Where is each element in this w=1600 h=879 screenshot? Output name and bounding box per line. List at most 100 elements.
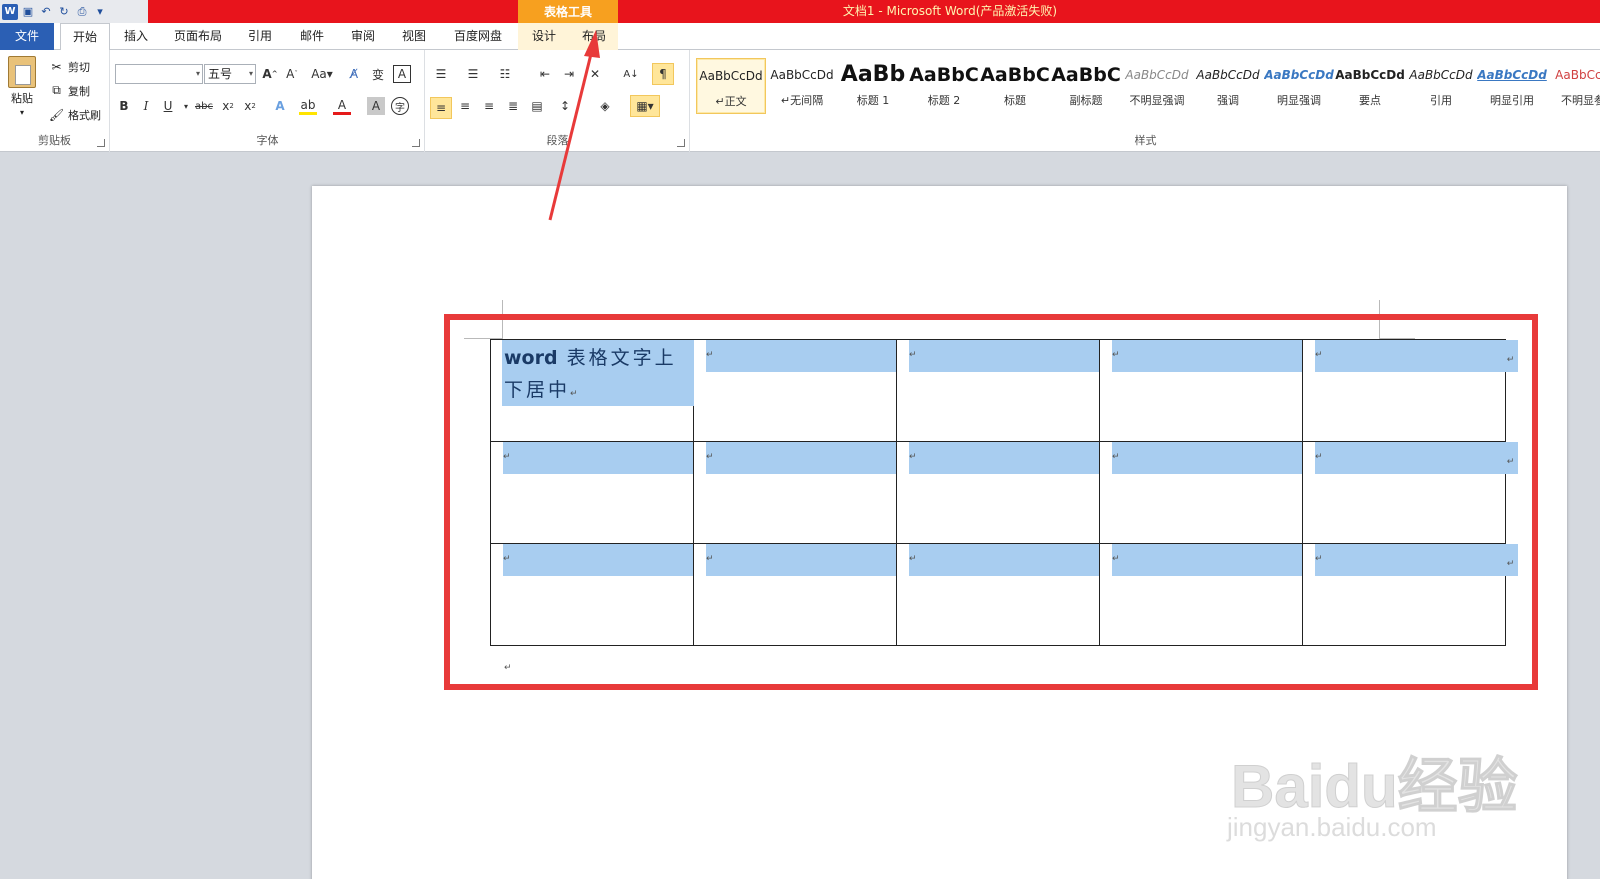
enclose-char-icon[interactable]: 字 [391,97,409,115]
increase-indent-icon[interactable]: ⇥ [560,65,578,83]
style-name: 强调 [1217,94,1239,107]
style-item[interactable]: AaBbCcDd 强调 [1193,58,1263,114]
copy-label: 复制 [68,84,90,98]
tab-insert[interactable]: 插入 [116,23,156,50]
justify-icon[interactable]: ≣ [504,97,522,115]
font-launcher-icon[interactable] [412,139,420,147]
style-item[interactable]: AaBbCcD 不明显参 [1548,58,1600,114]
strikethrough-icon[interactable]: abc [193,97,215,115]
paste-button[interactable]: 粘贴 ▾ [8,56,36,117]
font-group: ▾ 五号 ▾ A ^ Aˇ Aa▾ A̸ 变 A B I U ▾ abc x2 x2… [111,50,425,152]
sort-icon[interactable]: A↓ [622,65,640,83]
style-item[interactable]: AaBbC 标题 2 [909,58,979,114]
tab-file[interactable]: 文件 [0,23,54,50]
style-sample: AaBbC [980,64,1050,86]
style-sample: AaBbCcDd [770,68,834,82]
font-group-label: 字体 [256,134,279,147]
brush-icon: 🖌 [48,107,65,122]
bold-icon[interactable]: B [115,97,133,115]
paragraph-group-label: 段落 [546,134,569,147]
style-sample: AaBbCcDd [1335,68,1405,82]
cut-button[interactable]: ✂ 剪切 [48,58,90,75]
table-tools-label: 表格工具 [518,0,618,23]
char-border-icon[interactable]: A [393,65,411,83]
format-painter-button[interactable]: 🖌 格式刷 [48,106,101,123]
style-item[interactable]: AaBbCcDd ↵正文 [696,58,766,114]
tab-home[interactable]: 开始 [60,23,110,51]
tab-design[interactable]: 设计 [524,23,564,50]
quick-print-icon[interactable]: ⎙ [74,4,90,20]
copy-button[interactable]: ⧉ 复制 [48,82,90,99]
clipboard-group: 粘贴 ▾ ✂ 剪切 ⧉ 复制 🖌 格式刷 剪贴板 [0,50,110,152]
style-name: ↵正文 [715,95,747,108]
align-center-icon[interactable]: ≡ [456,97,474,115]
italic-icon[interactable]: I [137,97,155,115]
shading-icon[interactable]: ◈ [596,97,614,115]
style-item[interactable]: AaBbCcDd 引用 [1406,58,1476,114]
style-name: 引用 [1430,94,1452,107]
style-item[interactable]: AaBbCcDd ↵无间隔 [767,58,837,114]
phonetic-guide-icon[interactable]: 变 [369,65,387,83]
style-item[interactable]: AaBbC 副标题 [1051,58,1121,114]
shrink-font-icon[interactable]: Aˇ [283,65,301,83]
font-name-combo[interactable]: ▾ [115,64,203,84]
style-item[interactable]: AaBb 标题 1 [838,58,908,114]
clear-format-icon[interactable]: A̸ [345,65,363,83]
annotation-highlight-box [444,314,1538,690]
highlight-icon[interactable]: ab [299,97,317,115]
show-marks-icon[interactable]: ¶ [652,63,674,85]
word-logo-icon[interactable]: W [2,3,18,20]
style-name: 要点 [1359,94,1381,107]
chinese-layout-icon[interactable]: ✕ [586,65,604,83]
change-case-icon[interactable]: Aa▾ [309,65,335,83]
cut-label: 剪切 [68,60,90,74]
redo-icon[interactable]: ↻ [56,4,72,20]
chevron-down-icon: ▾ [195,69,200,78]
paragraph-launcher-icon[interactable] [677,139,685,147]
numbering-icon[interactable]: ☰ [464,65,482,83]
style-name: 明显强调 [1277,94,1321,107]
distribute-icon[interactable]: ▤ [528,97,546,115]
font-color-icon[interactable]: A [333,97,351,115]
font-size-value: 五号 [208,67,233,81]
tab-layout[interactable]: 布局 [574,23,614,50]
customize-icon[interactable]: ▾ [92,4,108,20]
tab-baidu-netdisk[interactable]: 百度网盘 [446,23,510,50]
tab-mailings[interactable]: 邮件 [292,23,332,50]
subscript-icon[interactable]: x2 [219,97,237,115]
decrease-indent-icon[interactable]: ⇤ [536,65,554,83]
line-spacing-icon[interactable]: ↕ [556,97,574,115]
clipboard-launcher-icon[interactable] [97,139,105,147]
tab-page-layout[interactable]: 页面布局 [168,23,228,50]
multilevel-list-icon[interactable]: ☷ [496,65,514,83]
superscript-icon[interactable]: x2 [241,97,259,115]
tab-references[interactable]: 引用 [240,23,280,50]
bullets-icon[interactable]: ☰ [432,65,450,83]
font-size-combo[interactable]: 五号 ▾ [204,64,256,84]
char-shading-icon[interactable]: A [367,97,385,115]
paste-label: 粘贴 [11,92,33,105]
style-item[interactable]: AaBbC 标题 [980,58,1050,114]
chevron-down-icon: ▾ [248,69,253,78]
tab-view[interactable]: 视图 [394,23,434,50]
style-item[interactable]: AaBbCcDd 要点 [1335,58,1405,114]
ribbon-tabs: 文件 开始 插入 页面布局 引用 邮件 审阅 视图 百度网盘 设计 布局 [0,23,1600,51]
tab-review[interactable]: 审阅 [343,23,383,50]
underline-icon[interactable]: U [159,97,177,115]
save-icon[interactable]: ▣ [20,4,36,20]
style-item[interactable]: AaBbCcDd 明显强调 [1264,58,1334,114]
style-item[interactable]: AaBbCcDd 明显引用 [1477,58,1547,114]
grow-font-icon[interactable]: A ^ [261,65,279,83]
format-painter-label: 格式刷 [68,108,101,122]
paragraph-group: ☰ ☰ ☷ ⇤ ⇥ ✕ A↓ ¶ ≡ ≡ ≡ ≣ ▤ ↕ ◈ ▦▾ 段落 [426,50,690,152]
watermark-url: jingyan.baidu.com [1227,812,1437,842]
borders-icon[interactable]: ▦▾ [630,95,660,117]
style-item[interactable]: AaBbCcDd 不明显强调 [1122,58,1192,114]
text-effects-icon[interactable]: A [271,97,289,115]
paste-icon [8,56,36,88]
align-left-icon[interactable]: ≡ [430,97,452,119]
style-sample: AaBbC [909,64,979,86]
style-name: 标题 1 [856,94,890,107]
align-right-icon[interactable]: ≡ [480,97,498,115]
undo-icon[interactable]: ↶ [38,4,54,20]
